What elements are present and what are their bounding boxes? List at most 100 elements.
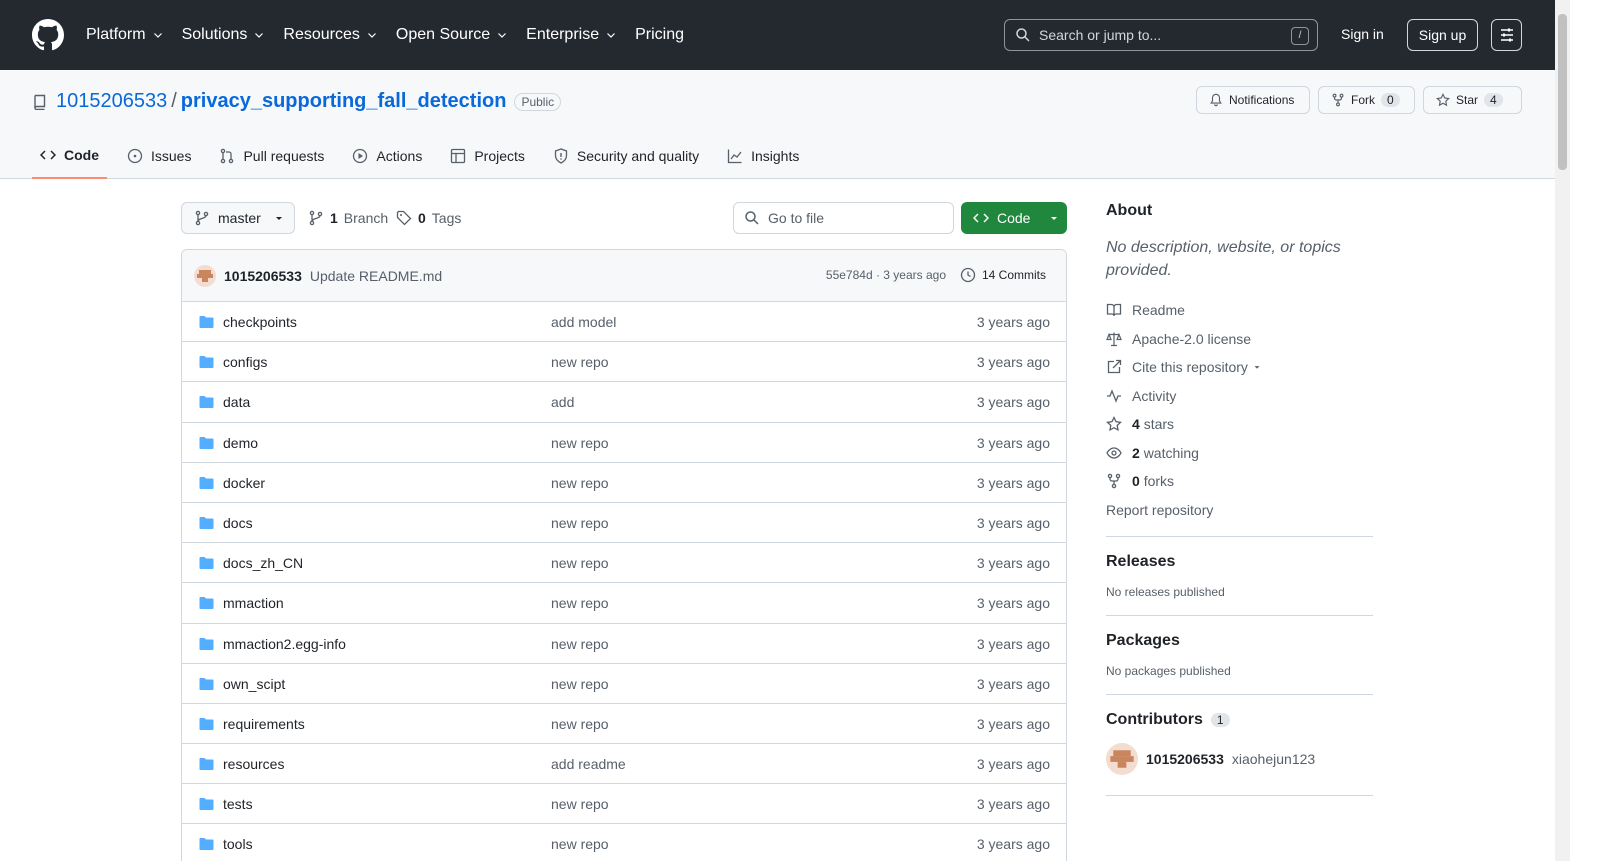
avatar[interactable] [194,264,216,287]
scrollbar-thumb[interactable] [1558,14,1567,170]
nav-label: Resources [283,26,360,43]
folder-icon [199,717,214,730]
file-commit-message-link[interactable]: new repo [551,595,609,611]
nav-solutions[interactable]: Solutions [182,26,266,44]
file-row[interactable]: docker new repo 3 years ago [182,463,1066,503]
tab-code[interactable]: Code [32,133,107,179]
file-row[interactable]: requirements new repo 3 years ago [182,704,1066,745]
readme-link[interactable]: Readme [1106,296,1373,325]
contributor-item[interactable]: 1015206533 xiaohejun123 [1106,743,1373,775]
file-name-link[interactable]: tools [223,836,253,852]
file-name-link[interactable]: mmaction [223,595,284,611]
watchers-link[interactable]: 2 watching [1106,439,1373,468]
activity-link[interactable]: Activity [1106,382,1373,411]
tab-projects[interactable]: Projects [442,133,533,179]
file-row[interactable]: tools new repo 3 years ago [182,824,1066,861]
packages-heading[interactable]: Packages [1106,632,1373,650]
releases-heading[interactable]: Releases [1106,553,1373,571]
repo-owner-link[interactable]: 1015206533 [56,90,167,113]
stars-link[interactable]: 4 stars [1106,410,1373,439]
file-commit-message-link[interactable]: add [551,394,574,410]
file-row[interactable]: docs new repo 3 years ago [182,503,1066,544]
star-icon [1106,416,1122,432]
global-search-input[interactable]: Search or jump to... / [1004,19,1318,51]
file-name-link[interactable]: docker [223,475,265,491]
tab-actions[interactable]: Actions [344,133,430,179]
branches-link[interactable]: 1 Branch [308,210,388,226]
file-row[interactable]: demo new repo 3 years ago [182,423,1066,463]
contributor-login[interactable]: 1015206533 [1146,751,1224,767]
file-commit-message-link[interactable]: new repo [551,555,609,571]
nav-pricing[interactable]: Pricing [635,26,684,44]
file-name-link[interactable]: own_scipt [223,676,285,692]
file-commit-message-link[interactable]: new repo [551,716,609,732]
sign-in-link[interactable]: Sign in [1341,26,1384,42]
file-commit-message-link[interactable]: new repo [551,796,609,812]
file-name-link[interactable]: configs [223,354,267,370]
fork-button[interactable]: Fork 0 [1318,86,1415,114]
sliders-icon [1500,28,1513,42]
file-row[interactable]: mmaction new repo 3 years ago [182,583,1066,624]
file-name-link[interactable]: resources [223,756,284,772]
star-icon [1436,93,1450,107]
file-commit-message-link[interactable]: new repo [551,636,609,652]
tab-security[interactable]: Security and quality [545,133,707,179]
file-row[interactable]: resources add readme 3 years ago [182,744,1066,785]
git-pull-request-icon [221,148,234,164]
commits-history-link[interactable]: 14 Commits [960,267,1046,283]
cite-repository-link[interactable]: Cite this repository [1106,353,1373,382]
file-commit-message-link[interactable]: new repo [551,836,609,852]
nav-platform[interactable]: Platform [86,26,164,44]
menu-button[interactable] [1491,19,1522,51]
global-nav: Platform Solutions Resources Open Source… [86,0,702,70]
file-row[interactable]: checkpoints add model 3 years ago [182,302,1066,343]
avatar[interactable] [1106,743,1138,775]
file-name-link[interactable]: docs [223,515,253,531]
nav-resources[interactable]: Resources [283,26,377,44]
file-commit-message-link[interactable]: add readme [551,756,626,772]
tab-insights[interactable]: Insights [719,133,807,179]
file-commit-message-link[interactable]: new repo [551,354,609,370]
sign-up-button[interactable]: Sign up [1407,19,1478,51]
file-row[interactable]: configs new repo 3 years ago [182,342,1066,383]
go-to-file-input[interactable]: Go to file [733,202,954,234]
file-row[interactable]: docs_zh_CN new repo 3 years ago [182,543,1066,584]
github-logo-icon[interactable] [32,19,64,51]
repo-name-link[interactable]: privacy_supporting_fall_detection [181,90,507,113]
file-name-link[interactable]: demo [223,435,258,451]
fork-count: 0 [1381,93,1400,107]
file-commit-message-link[interactable]: add model [551,314,616,330]
file-row[interactable]: data add 3 years ago [182,382,1066,423]
commit-author-link[interactable]: 1015206533 [224,268,302,284]
chevron-down-icon [498,33,507,38]
folder-icon [199,516,214,529]
file-row[interactable]: mmaction2.egg-info new repo 3 years ago [182,624,1066,664]
notifications-button[interactable]: Notifications [1196,86,1310,114]
tags-link[interactable]: 0 Tags [396,210,461,226]
file-row[interactable]: own_scipt new repo 3 years ago [182,664,1066,704]
file-row[interactable]: tests new repo 3 years ago [182,784,1066,825]
file-commit-message-link[interactable]: new repo [551,515,609,531]
star-button[interactable]: Star 4 [1423,86,1522,114]
tab-pull-requests[interactable]: Pull requests [211,133,332,179]
branch-select-button[interactable]: master [181,202,295,234]
nav-open-source[interactable]: Open Source [396,26,508,44]
nav-enterprise[interactable]: Enterprise [526,26,617,44]
contributors-heading[interactable]: Contributors [1106,711,1203,729]
file-name-link[interactable]: docs_zh_CN [223,555,303,571]
file-name-link[interactable]: data [223,394,250,410]
commit-hash-time[interactable]: 55e784d · 3 years ago [826,268,946,282]
file-commit-message-link[interactable]: new repo [551,475,609,491]
file-commit-message-link[interactable]: new repo [551,676,609,692]
license-link[interactable]: Apache-2.0 license [1106,325,1373,354]
tab-issues[interactable]: Issues [119,133,199,179]
code-dropdown-button[interactable]: Code [961,202,1067,234]
forks-link[interactable]: 0 forks [1106,467,1373,496]
file-name-link[interactable]: tests [223,796,253,812]
file-commit-message-link[interactable]: new repo [551,435,609,451]
file-name-link[interactable]: checkpoints [223,314,297,330]
file-name-link[interactable]: mmaction2.egg-info [223,636,346,652]
report-repository-link[interactable]: Report repository [1106,496,1373,525]
commit-message-link[interactable]: Update README.md [310,268,442,284]
file-name-link[interactable]: requirements [223,716,305,732]
